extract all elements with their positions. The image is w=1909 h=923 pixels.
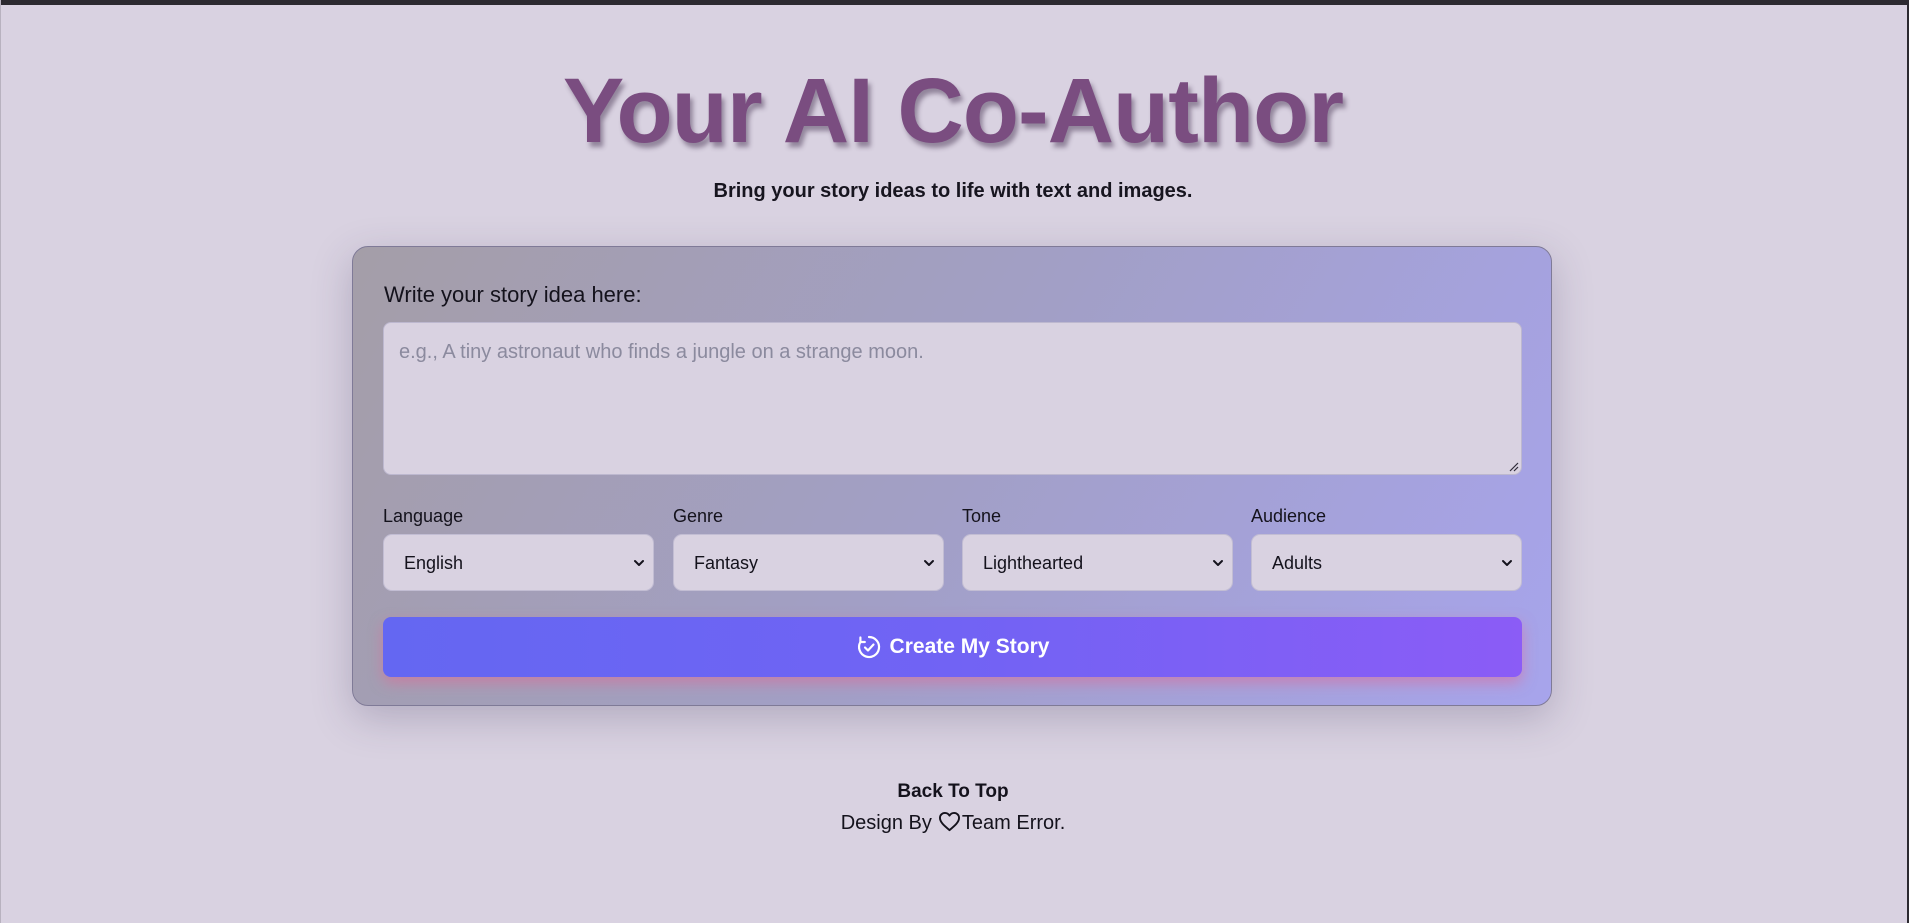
chevron-down-icon xyxy=(1213,560,1223,566)
genre-field: Genre Fantasy xyxy=(673,504,944,591)
audience-label: Audience xyxy=(1251,506,1327,526)
footer-credit: Design By Team Error. xyxy=(0,810,1906,836)
tone-label: Tone xyxy=(962,506,1002,526)
language-value: English xyxy=(404,553,464,573)
credit-suffix: Team Error. xyxy=(961,812,1066,834)
audience-field: Audience Adults xyxy=(1251,504,1522,591)
credit-prefix: Design By xyxy=(840,812,932,834)
page-subtitle: Bring your story ideas to life with text… xyxy=(713,180,1193,202)
audience-select[interactable]: Adults xyxy=(1251,534,1522,591)
genre-value: Fantasy xyxy=(694,553,759,573)
chevron-down-icon xyxy=(1502,560,1512,566)
chevron-down-icon xyxy=(634,560,644,566)
back-to-top-link[interactable]: Back To Top xyxy=(0,780,1906,804)
page: Your AI Co-Author Bring your story ideas… xyxy=(0,0,1906,923)
story-idea-label: Write your story idea here: xyxy=(384,282,642,307)
genre-select[interactable]: Fantasy xyxy=(673,534,944,591)
magic-check-icon xyxy=(857,635,880,659)
story-form-card: Write your story idea here: Language Eng… xyxy=(352,246,1552,706)
page-title: Your AI Co-Author xyxy=(562,60,1344,162)
create-story-label: Create My Story xyxy=(889,635,1050,658)
resize-handle-icon[interactable] xyxy=(1509,462,1519,472)
language-label: Language xyxy=(383,506,464,526)
tone-field: Tone Lighthearted xyxy=(962,504,1233,591)
language-select[interactable]: English xyxy=(383,534,654,591)
tone-select[interactable]: Lighthearted xyxy=(962,534,1233,591)
heart-icon xyxy=(938,811,960,832)
genre-label: Genre xyxy=(673,506,724,526)
audience-value: Adults xyxy=(1272,553,1323,573)
create-story-button[interactable]: Create My Story xyxy=(383,617,1522,677)
chevron-down-icon xyxy=(924,560,934,566)
tone-value: Lighthearted xyxy=(983,553,1084,573)
story-idea-input[interactable] xyxy=(383,322,1522,475)
language-field: Language English xyxy=(383,504,654,591)
